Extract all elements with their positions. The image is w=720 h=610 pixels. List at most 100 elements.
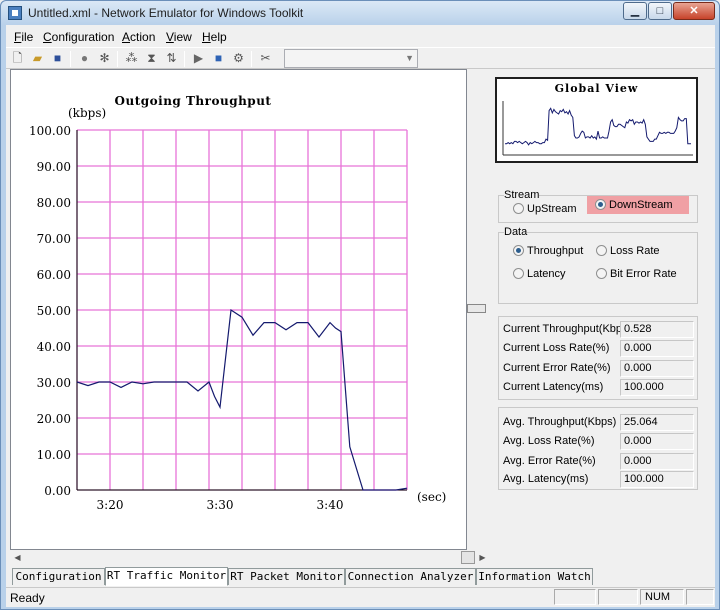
toolbar-separator bbox=[117, 51, 118, 67]
splitter-handle[interactable] bbox=[467, 304, 486, 313]
current-latency-value: 100.000 bbox=[620, 379, 694, 396]
stop-icon[interactable]: ■ bbox=[211, 51, 226, 66]
average-stats-box: Avg. Throughput(Kbps) 25.064 Avg. Loss R… bbox=[498, 407, 698, 490]
client-area: File Configuration Action View Help 🗋 ▰ … bbox=[6, 25, 715, 607]
status-cell-empty bbox=[686, 589, 714, 605]
radio-latency-label: Latency bbox=[527, 268, 566, 280]
tools-icon[interactable]: ✻ bbox=[97, 51, 112, 66]
chart-y-tick-label: 90.00 bbox=[37, 160, 71, 174]
settings-icon[interactable]: ⚙ bbox=[231, 51, 246, 66]
chart-y-tick-label: 100.00 bbox=[29, 124, 71, 138]
menu-action[interactable]: Action bbox=[122, 30, 155, 44]
save-icon[interactable]: ■ bbox=[50, 51, 65, 66]
menu-action-accel: A bbox=[122, 30, 131, 44]
current-error-rate-label: Current Error Rate(%) bbox=[503, 362, 611, 374]
right-panel: Global View Stream UpStream DownStream D… bbox=[489, 69, 715, 551]
scroll-right-icon[interactable]: ▶ bbox=[475, 550, 490, 565]
status-bar: Ready NUM bbox=[6, 587, 715, 605]
toolbar: 🗋 ▰ ■ ● ✻ ⁂ ⧗ ⇅ ▶ ■ ⚙ ✂ ▼ bbox=[6, 47, 715, 69]
radio-dot-icon[interactable] bbox=[513, 203, 524, 214]
open-icon[interactable]: ▰ bbox=[30, 51, 45, 66]
chart-y-tick-label: 10.00 bbox=[37, 448, 71, 462]
chart-y-tick-label: 30.00 bbox=[37, 376, 71, 390]
chart-x-tick-label: 3:40 bbox=[317, 498, 344, 512]
status-cell-empty bbox=[598, 589, 638, 605]
chart-x-tick-label: 3:30 bbox=[207, 498, 234, 512]
tab-information-watch[interactable]: Information Watch bbox=[476, 568, 593, 585]
radio-dot-icon[interactable] bbox=[596, 245, 607, 256]
toolbar-separator bbox=[70, 51, 71, 67]
chart-title: Outgoing Throughput bbox=[115, 94, 272, 108]
menu-file[interactable]: File bbox=[14, 30, 33, 44]
scroll-left-icon[interactable]: ◀ bbox=[10, 550, 25, 565]
menu-bar: File Configuration Action View Help bbox=[6, 27, 715, 46]
radio-dot-icon[interactable] bbox=[596, 268, 607, 279]
current-loss-rate-label: Current Loss Rate(%) bbox=[503, 342, 610, 354]
menu-help-accel: H bbox=[202, 30, 211, 44]
chart-y-tick-label: 60.00 bbox=[37, 268, 71, 282]
disconnect-icon[interactable]: ✂ bbox=[258, 51, 273, 66]
toolbar-combo[interactable]: ▼ bbox=[284, 49, 418, 68]
maximize-button[interactable]: □ bbox=[648, 2, 672, 20]
play-icon[interactable]: ▶ bbox=[191, 51, 206, 66]
radio-latency[interactable]: Latency bbox=[513, 268, 566, 280]
menu-configuration-accel: C bbox=[43, 30, 52, 44]
menu-help[interactable]: Help bbox=[202, 30, 227, 44]
stream-group-label: Stream bbox=[504, 189, 540, 201]
radio-dot-icon[interactable] bbox=[595, 199, 606, 210]
menu-view[interactable]: View bbox=[166, 30, 192, 44]
chart-x-tick-label: 3:20 bbox=[97, 498, 124, 512]
current-latency-label: Current Latency(ms) bbox=[503, 381, 604, 393]
scrollbar-thumb[interactable] bbox=[461, 551, 475, 564]
radio-loss-rate-label: Loss Rate bbox=[610, 245, 660, 257]
avg-latency-value: 100.000 bbox=[620, 471, 694, 488]
current-loss-rate-value: 0.000 bbox=[620, 340, 694, 357]
current-throughput-value: 0.528 bbox=[620, 321, 694, 338]
menu-help-label: elp bbox=[210, 30, 227, 44]
tab-configuration[interactable]: Configuration bbox=[12, 568, 105, 585]
radio-loss-rate[interactable]: Loss Rate bbox=[596, 245, 660, 257]
radio-bit-error-rate[interactable]: Bit Error Rate bbox=[596, 268, 677, 280]
title-bar[interactable]: Untitled.xml - Network Emulator for Wind… bbox=[1, 1, 719, 25]
chart-y-tick-label: 20.00 bbox=[37, 412, 71, 426]
avg-loss-rate-label: Avg. Loss Rate(%) bbox=[503, 435, 595, 447]
avg-throughput-value: 25.064 bbox=[620, 414, 694, 431]
record-icon[interactable]: ● bbox=[77, 51, 92, 66]
horizontal-scrollbar[interactable]: ◀ ▶ bbox=[10, 550, 486, 565]
tab-rt-traffic-monitor[interactable]: RT Traffic Monitor bbox=[105, 567, 228, 586]
tab-rt-packet-monitor[interactable]: RT Packet Monitor bbox=[228, 568, 345, 585]
chart-y-tick-label: 80.00 bbox=[37, 196, 71, 210]
throughput-chart-panel: Outgoing Throughput (kbps) (sec) 100.00 9… bbox=[10, 69, 467, 550]
menu-action-label: ction bbox=[130, 30, 156, 44]
avg-loss-rate-value: 0.000 bbox=[620, 433, 694, 450]
radio-throughput-label: Throughput bbox=[527, 245, 584, 257]
tab-strip: Configuration RT Traffic Monitor RT Pack… bbox=[10, 567, 715, 586]
radio-upstream[interactable]: UpStream bbox=[513, 203, 577, 215]
avg-throughput-label: Avg. Throughput(Kbps) bbox=[503, 416, 617, 428]
network-icon[interactable]: ⁂ bbox=[124, 51, 139, 66]
minimize-button[interactable]: ▁ bbox=[623, 2, 647, 20]
data-group-label: Data bbox=[504, 226, 528, 238]
filter-icon[interactable]: ⧗ bbox=[144, 51, 159, 66]
radio-dot-icon[interactable] bbox=[513, 268, 524, 279]
new-icon[interactable]: 🗋 bbox=[10, 51, 25, 66]
menu-configuration-label: onfiguration bbox=[51, 30, 115, 44]
toolbar-separator bbox=[251, 51, 252, 67]
avg-error-rate-label: Avg. Error Rate(%) bbox=[503, 455, 596, 467]
close-button[interactable]: ✕ bbox=[673, 2, 715, 20]
menu-configuration[interactable]: Configuration bbox=[43, 30, 114, 44]
tab-connection-analyzer[interactable]: Connection Analyzer bbox=[345, 568, 476, 585]
data-group: Data Throughput Loss Rate Latency Bit Er… bbox=[498, 226, 698, 304]
radio-dot-icon[interactable] bbox=[513, 245, 524, 256]
radio-downstream-label: DownStream bbox=[609, 199, 673, 211]
avg-latency-label: Avg. Latency(ms) bbox=[503, 473, 589, 485]
sort-icon[interactable]: ⇅ bbox=[164, 51, 179, 66]
app-icon bbox=[8, 6, 22, 20]
chart-y-tick-label: 50.00 bbox=[37, 304, 71, 318]
radio-throughput[interactable]: Throughput bbox=[513, 245, 583, 257]
chart-y-axis-label: (kbps) bbox=[68, 106, 106, 120]
chevron-down-icon[interactable]: ▼ bbox=[405, 53, 414, 63]
radio-downstream[interactable]: DownStream bbox=[587, 196, 689, 214]
avg-error-rate-value: 0.000 bbox=[620, 453, 694, 470]
chart-y-tick-label: 40.00 bbox=[37, 340, 71, 354]
